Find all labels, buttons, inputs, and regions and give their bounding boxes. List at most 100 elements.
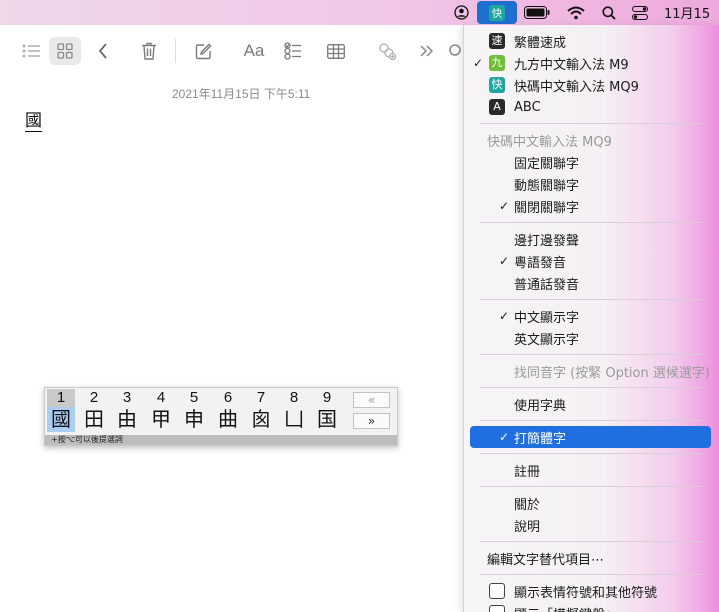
candidate-number: 1 — [47, 389, 75, 407]
compose-icon[interactable] — [191, 37, 215, 65]
candidate-number: 6 — [223, 389, 233, 406]
ime-icon: 快 — [489, 4, 505, 21]
menu-item-disable-association[interactable]: ✓ 關閉關聯字 — [464, 195, 719, 217]
ime-dropdown-menu: 速 繁體速成 ✓ 九 九方中文輸入法 M9 快 快碼中文輸入法 MQ9 A AB… — [463, 25, 719, 612]
menu-separator — [480, 354, 702, 355]
menu-item-dynamic-association[interactable]: 動態關聯字 — [464, 173, 719, 195]
menu-item-label: 編輯文字替代項目⋯ — [487, 552, 605, 568]
menu-item-english-display[interactable]: 英文顯示字 — [464, 327, 719, 349]
menu-item-label: ABC — [514, 99, 541, 115]
abc-icon: A — [489, 99, 505, 115]
table-icon[interactable] — [324, 37, 348, 65]
section-header-label: 快碼中文輸入法 MQ9 — [487, 134, 612, 150]
candidate-number: 3 — [122, 389, 132, 406]
control-center-icon[interactable] — [630, 0, 650, 25]
candidate-char[interactable]: 由 — [113, 407, 141, 432]
candidate-char[interactable]: 甲 — [147, 407, 175, 432]
menu-item-dictionary[interactable]: 使用字典 — [464, 393, 719, 415]
checkmark-icon: ✓ — [499, 309, 510, 323]
checkmark-icon: ✓ — [499, 430, 510, 444]
kuaima-icon: 快 — [489, 77, 505, 93]
candidate-next-button[interactable]: » — [353, 413, 390, 429]
note-text[interactable]: 國 — [25, 111, 42, 132]
collaborate-icon[interactable] — [374, 37, 400, 65]
menu-item-register[interactable]: 註冊 — [464, 459, 719, 481]
menu-separator — [480, 222, 702, 223]
menu-item-label: 關閉關聯字 — [514, 200, 580, 216]
menu-item-label: 邊打邊發聲 — [514, 233, 580, 249]
checklist-icon[interactable] — [281, 37, 305, 65]
trash-icon[interactable] — [137, 37, 161, 65]
menu-item-label: 說明 — [514, 519, 541, 535]
menu-item-label: 使用字典 — [514, 398, 567, 414]
more-icon[interactable] — [417, 37, 437, 65]
menu-item-label: 快碼中文輸入法 MQ9 — [514, 79, 639, 95]
candidate-char[interactable]: 国 — [313, 407, 341, 432]
menu-item-fixed-association[interactable]: 固定關聯字 — [464, 151, 719, 173]
notes-search-icon[interactable] — [447, 37, 463, 65]
menu-item-chinese-display[interactable]: ✓ 中文顯示字 — [464, 305, 719, 327]
candidate-window: 1 2 3 4 5 6 7 8 9 國 田 由 甲 申 曲 囪 凵 国 « » … — [44, 387, 398, 446]
menu-item-label: 找同音字 (按緊 Option 選候選字) — [514, 365, 710, 381]
menu-item-input-source[interactable]: A ABC — [464, 96, 719, 118]
note-date: 2021年11月15日 下午5:11 — [172, 87, 311, 101]
emoji-viewer-icon — [489, 583, 505, 599]
menu-item-input-source[interactable]: 快 快碼中文輸入法 MQ9 — [464, 74, 719, 96]
menu-item-label: 顯示「模擬鍵盤」 — [514, 604, 618, 612]
candidate-char[interactable]: 申 — [180, 407, 208, 432]
checkmark-icon: ✓ — [473, 56, 484, 70]
wifi-icon[interactable] — [565, 0, 587, 25]
list-view-icon[interactable] — [17, 37, 45, 65]
candidate-number: 8 — [289, 389, 299, 406]
menu-separator — [480, 453, 702, 454]
menu-item-label: 固定關聯字 — [514, 156, 580, 172]
menu-item-input-source[interactable]: ✓ 九 九方中文輸入法 M9 — [464, 52, 719, 74]
menu-item-mandarin[interactable]: 普通話發音 — [464, 272, 719, 294]
candidate-number: 4 — [156, 389, 166, 406]
format-text-icon[interactable]: Aa — [240, 37, 268, 65]
menu-separator — [480, 486, 702, 487]
menu-bar: 快 11月15 — [0, 0, 719, 25]
candidate-char[interactable]: 凵 — [280, 407, 308, 432]
candidate-prev-button[interactable]: « — [353, 392, 390, 408]
menu-item-simplified[interactable]: ✓ 打簡體字 — [470, 426, 711, 448]
back-icon[interactable] — [92, 37, 114, 65]
menu-item-label: 繁體速成 — [514, 35, 567, 51]
menu-item-label: 註冊 — [514, 464, 541, 480]
menu-item-help[interactable]: 說明 — [464, 514, 719, 536]
menu-item-label: 打簡體字 — [514, 431, 567, 447]
search-icon[interactable] — [599, 0, 619, 25]
menu-section-header: 快碼中文輸入法 MQ9 — [464, 129, 719, 151]
menu-item-speak-while-typing[interactable]: 邊打邊發聲 — [464, 228, 719, 250]
grid-view-icon[interactable] — [49, 37, 81, 65]
candidate-char[interactable]: 田 — [80, 407, 108, 432]
sucheng-icon: 速 — [489, 33, 505, 49]
candidate-number: 2 — [89, 389, 99, 406]
menu-separator — [480, 123, 702, 124]
menubar-date[interactable]: 11月15 — [664, 0, 714, 25]
candidate-char[interactable]: 國 — [47, 407, 75, 432]
keyboard-viewer-icon — [489, 605, 505, 612]
candidate-char[interactable]: 囪 — [247, 407, 275, 432]
menu-item-input-source[interactable]: 速 繁體速成 — [464, 30, 719, 52]
user-circle-icon[interactable] — [452, 0, 470, 25]
menu-item-show-keyboard[interactable]: 顯示「模擬鍵盤」 — [464, 602, 719, 612]
menu-item-show-emoji[interactable]: 顯示表情符號和其他符號 — [464, 580, 719, 602]
menu-item-label: 英文顯示字 — [514, 332, 580, 348]
menu-item-label: 普通話發音 — [514, 277, 580, 293]
menu-item-edit-text-replacements[interactable]: 編輯文字替代項目⋯ — [464, 547, 719, 569]
menu-item-label: 中文顯示字 — [514, 310, 580, 326]
candidate-number: 9 — [322, 389, 332, 406]
menu-item-label: 顯示表情符號和其他符號 — [514, 585, 658, 601]
candidate-status-bar: +按⌥可以後提選詞 — [45, 435, 397, 445]
ime-menu-button[interactable]: 快 — [477, 1, 517, 24]
menu-item-label: 粵語發音 — [514, 255, 567, 271]
menu-separator — [480, 574, 702, 575]
menu-item-about[interactable]: 關於 — [464, 492, 719, 514]
battery-icon[interactable] — [523, 0, 551, 25]
menu-item-homophone: 找同音字 (按緊 Option 選候選字) — [464, 360, 719, 382]
jiufang-icon: 九 — [489, 55, 505, 71]
menu-item-cantonese[interactable]: ✓ 粵語發音 — [464, 250, 719, 272]
candidate-char[interactable]: 曲 — [214, 407, 242, 432]
menu-separator — [480, 541, 702, 542]
